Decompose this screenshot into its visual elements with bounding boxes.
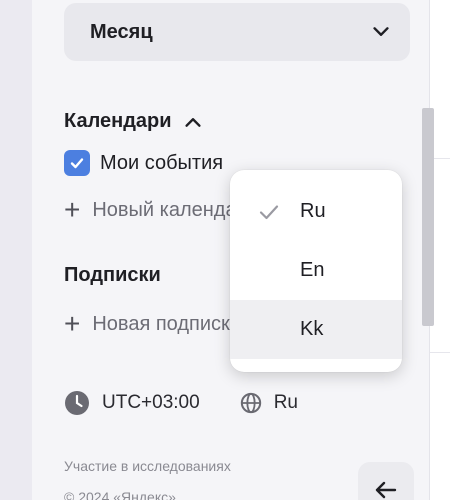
calendars-section-header[interactable]: Календари bbox=[64, 110, 204, 133]
calendars-title: Календари bbox=[64, 110, 172, 132]
timezone-label: UTC+03:00 bbox=[102, 392, 200, 413]
language-option-en[interactable]: En bbox=[230, 241, 402, 300]
checkmark-icon bbox=[259, 205, 279, 220]
language-option-kk[interactable]: Kk bbox=[230, 300, 402, 359]
add-calendar-button[interactable]: + Новый календарь bbox=[64, 196, 234, 224]
calendar-item-my-events[interactable]: Мои события bbox=[64, 150, 223, 176]
language-label: Ru bbox=[273, 392, 298, 413]
research-participation-link[interactable]: Участие в исследованиях bbox=[64, 458, 231, 474]
language-option-ru[interactable]: Ru bbox=[230, 182, 402, 241]
globe-icon bbox=[240, 392, 261, 414]
subscriptions-title: Подписки bbox=[64, 264, 161, 286]
add-subscription-button[interactable]: + Новая подписка bbox=[64, 310, 234, 338]
add-calendar-label: Новый календарь bbox=[92, 198, 234, 221]
plus-icon: + bbox=[64, 310, 81, 338]
chevron-up-icon bbox=[184, 117, 201, 127]
view-mode-select[interactable]: Месяц bbox=[64, 3, 410, 61]
clock-icon bbox=[65, 391, 89, 415]
plus-icon: + bbox=[64, 196, 81, 224]
app-left-rail bbox=[0, 0, 32, 500]
copyright-text: © 2024 «Яндекс» bbox=[64, 489, 176, 500]
language-option-label: Ru bbox=[300, 200, 326, 222]
language-option-label: Kk bbox=[300, 318, 324, 340]
language-option-label: En bbox=[300, 259, 325, 281]
calendar-item-label: Мои события bbox=[100, 151, 224, 174]
add-subscription-label: Новая подписка bbox=[92, 312, 234, 335]
settings-row: UTC+03:00 Ru bbox=[64, 390, 298, 416]
collapse-sidebar-button[interactable] bbox=[358, 462, 414, 500]
arrow-left-icon bbox=[375, 481, 397, 499]
chevron-down-icon bbox=[373, 27, 389, 36]
subscriptions-section-header: Подписки bbox=[64, 264, 161, 287]
language-button[interactable]: Ru bbox=[240, 392, 298, 414]
language-menu: Ru En Kk bbox=[230, 170, 402, 372]
view-mode-value: Месяц bbox=[90, 20, 153, 43]
sidebar-scrollbar[interactable] bbox=[422, 108, 434, 326]
checkbox-checked-icon[interactable] bbox=[64, 150, 90, 176]
timezone-button[interactable]: UTC+03:00 bbox=[64, 390, 200, 416]
